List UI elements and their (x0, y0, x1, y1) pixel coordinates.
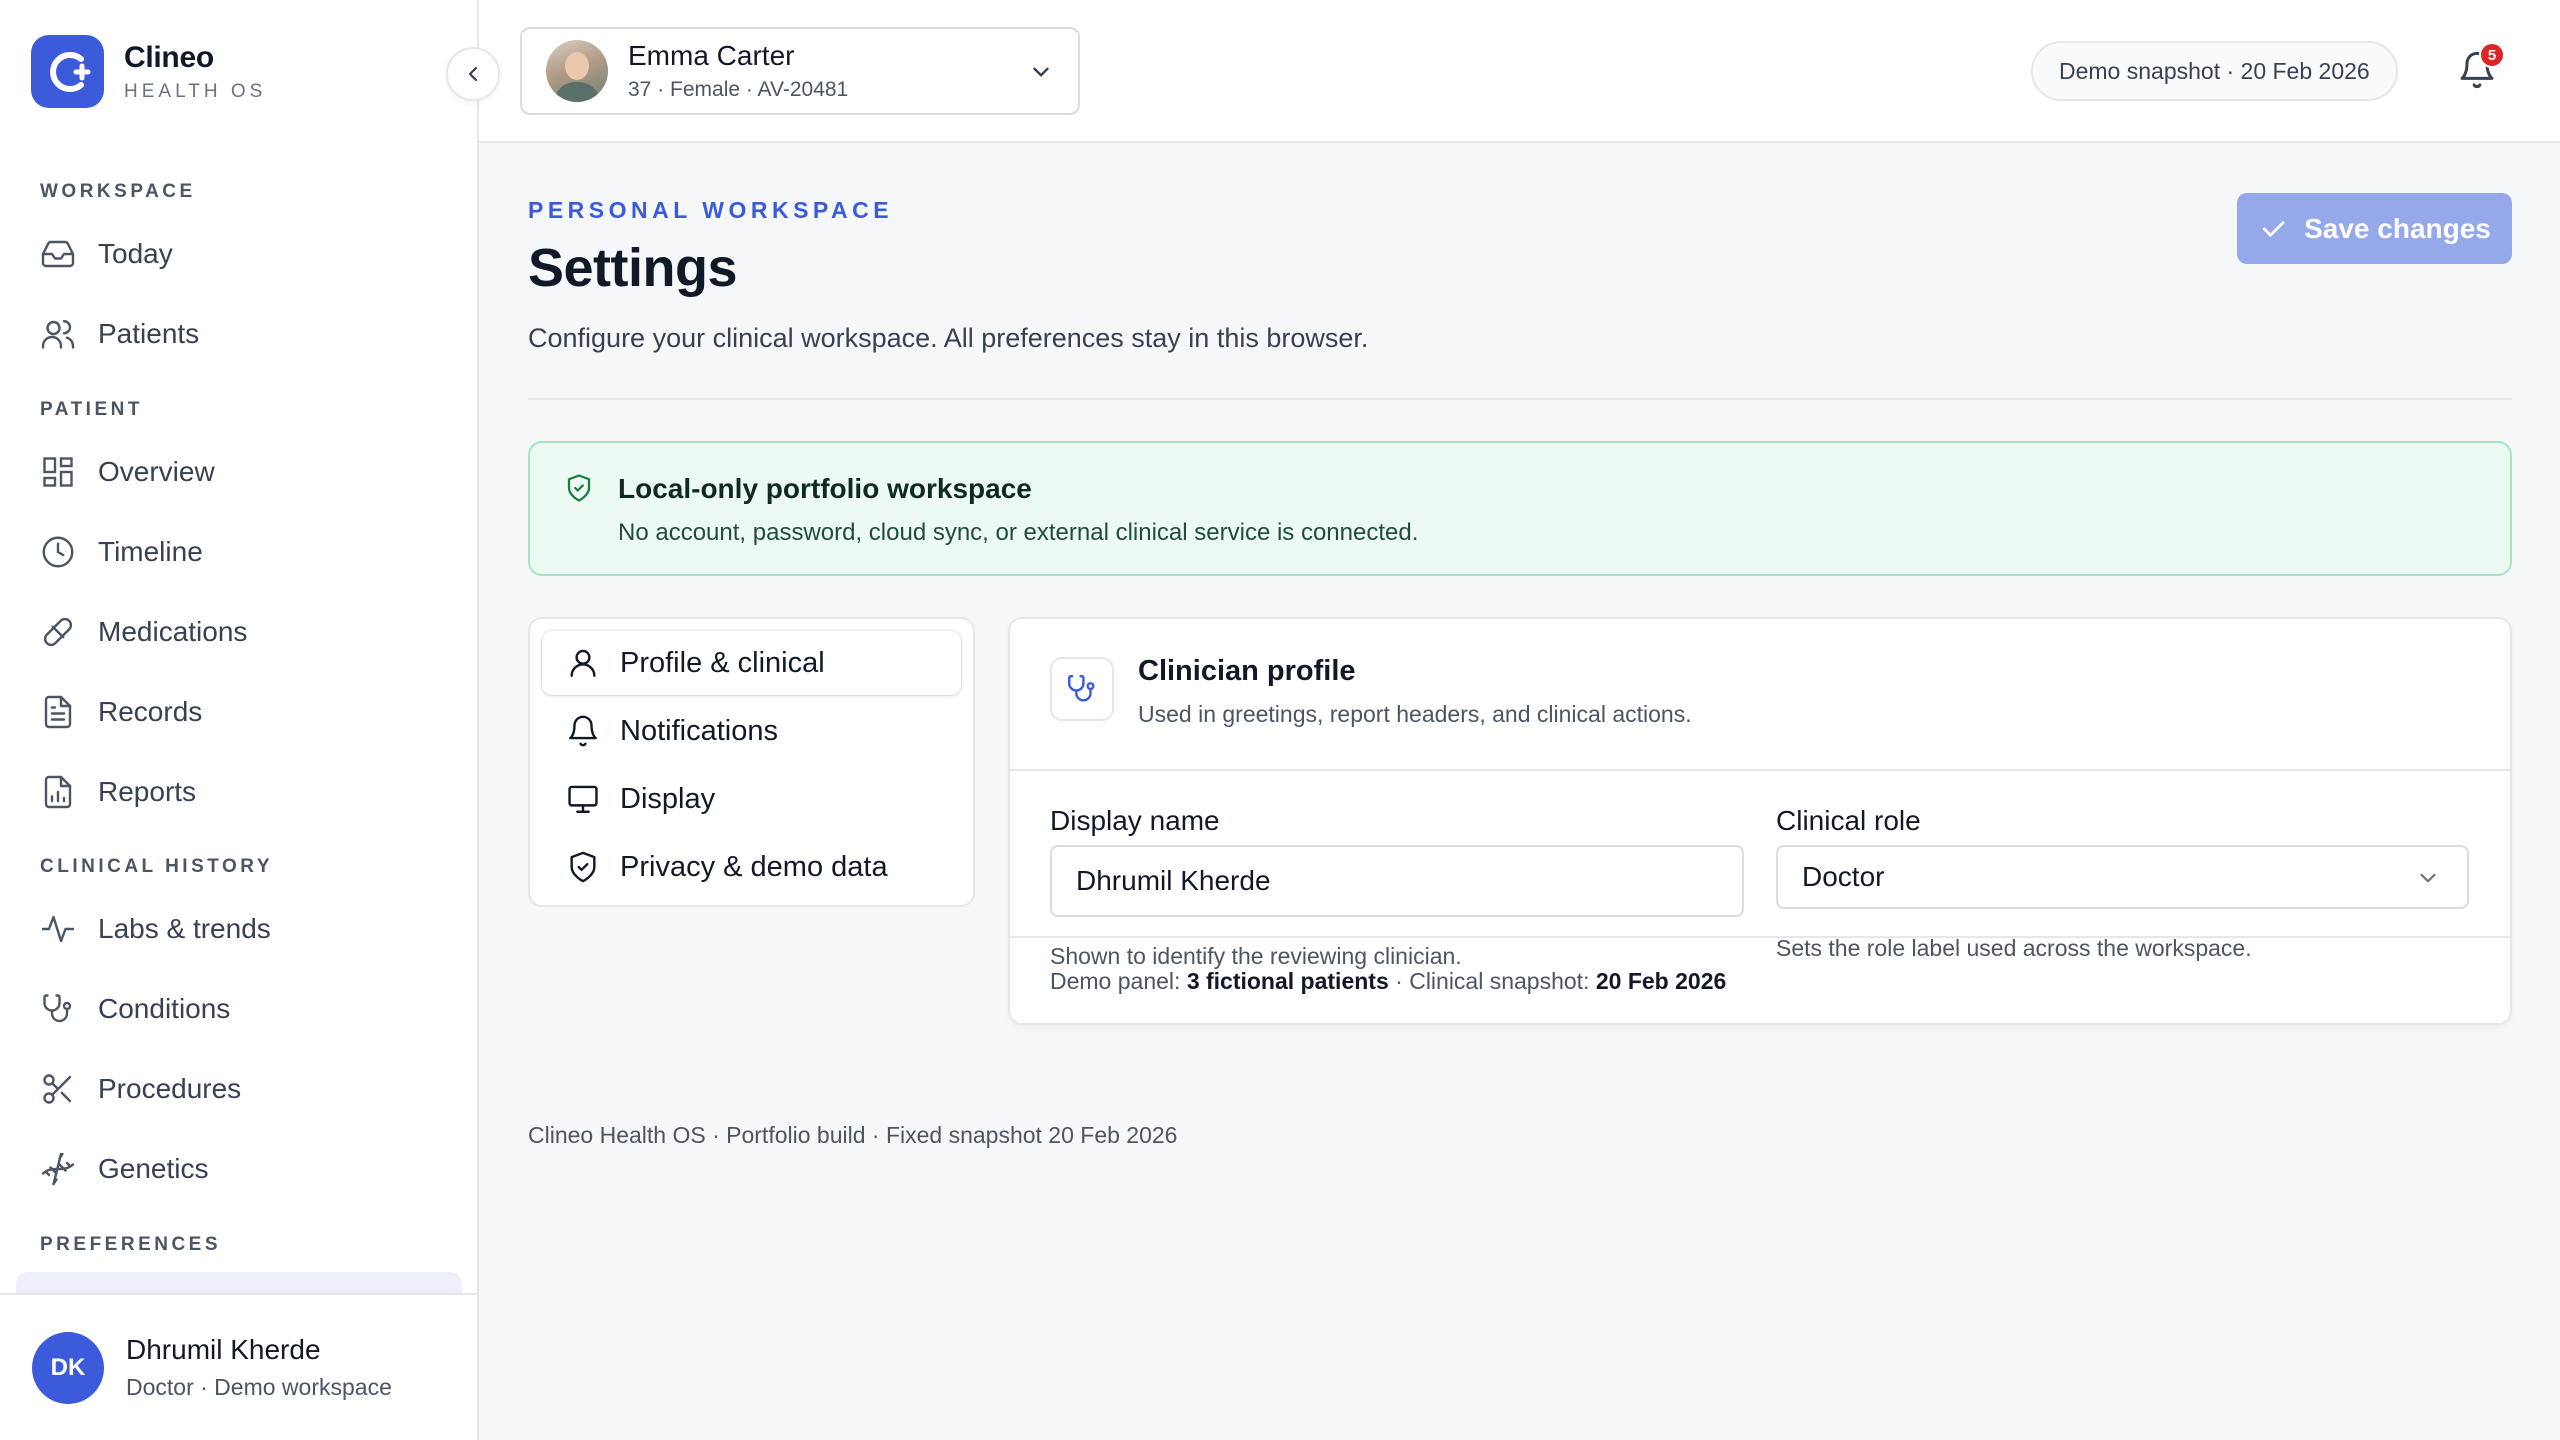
chevron-down-icon (1033, 67, 1049, 77)
nav-section-clinical-history: CLINICAL HISTORY (40, 856, 273, 877)
shield-check-icon (567, 474, 591, 502)
snapshot-badge: Demo snapshot · 20 Feb 2026 (2031, 41, 2398, 101)
clinical-role-select[interactable]: Doctor (1776, 845, 2469, 909)
brand[interactable]: Clineo HEALTH OS (31, 35, 266, 108)
chevron-down-icon (2420, 873, 2436, 883)
dna-icon (41, 1152, 75, 1186)
card-subtitle: Used in greetings, report headers, and c… (1138, 701, 1692, 727)
topbar: Emma Carter 37 · Female · AV-20481 Demo … (479, 0, 2560, 143)
clinician-profile-card: Clinician profile Used in greetings, rep… (1008, 617, 2512, 1025)
monitor-icon (568, 785, 598, 813)
sidebar-item-patients[interactable]: Patients (40, 309, 199, 359)
sidebar-item-procedures[interactable]: Procedures (40, 1064, 241, 1114)
tab-display[interactable]: Display (542, 767, 961, 831)
tab-label: Notifications (620, 714, 778, 747)
sidebar-item-label: Procedures (98, 1073, 242, 1104)
collapse-sidebar-button[interactable] (446, 47, 500, 101)
chevron-left-icon (468, 66, 478, 82)
sidebar-item-label: Overview (98, 456, 215, 487)
footer-separator: · (1388, 968, 1410, 994)
divider (528, 398, 2512, 400)
settings-tabs: Profile & clinical Notifications Display… (528, 617, 975, 907)
scissors-icon (43, 1074, 72, 1104)
save-button[interactable]: Save changes (2237, 193, 2512, 264)
tab-privacy-demo-data[interactable]: Privacy & demo data (542, 835, 961, 899)
tab-label: Display (620, 782, 716, 815)
sidebar-item-label: Reports (98, 776, 197, 807)
avatar: DK (32, 1331, 104, 1404)
file-chart-icon (44, 775, 72, 809)
sidebar-item-conditions[interactable]: Conditions (40, 984, 230, 1034)
nav-section-workspace: WORKSPACE (40, 181, 196, 202)
sidebar-item-today[interactable]: Today (40, 229, 173, 279)
sidebar-item-label: Patients (98, 318, 200, 349)
user-name: Dhrumil Kherde (126, 1334, 321, 1365)
local-only-notice: Local-only portfolio workspace No accoun… (528, 441, 2512, 576)
clinical-snapshot-value: 20 Feb 2026 (1595, 968, 1727, 994)
tab-notifications[interactable]: Notifications (542, 699, 961, 763)
sidebar-item-overview[interactable]: Overview (40, 447, 215, 497)
notice-text: No account, password, cloud sync, or ext… (618, 519, 1419, 546)
tab-label: Privacy & demo data (620, 850, 888, 883)
card-title: Clinician profile (1138, 655, 1356, 687)
card-header: Clinician profile Used in greetings, rep… (1010, 619, 2510, 771)
file-text-icon (44, 695, 72, 729)
sidebar-item-label: Today (98, 238, 173, 269)
notice-title: Local-only portfolio workspace (618, 473, 1032, 504)
clock-icon (42, 536, 74, 568)
patient-avatar (546, 40, 608, 102)
page-eyebrow: PERSONAL WORKSPACE (528, 197, 894, 223)
tab-label: Profile & clinical (620, 646, 825, 679)
clinical-snapshot-label: Clinical snapshot: (1409, 968, 1590, 994)
bell-icon (569, 715, 597, 747)
sidebar-item-label: Medications (98, 616, 248, 647)
card-footer: Demo panel: 3 fictional patients · Clini… (1010, 936, 2510, 1025)
user-icon (570, 649, 596, 677)
sidebar-item-label: Conditions (98, 993, 231, 1024)
demo-panel-value: 3 fictional patients (1186, 968, 1389, 994)
display-name-input[interactable] (1050, 845, 1744, 917)
inbox-icon (41, 240, 75, 268)
sidebar: Clineo HEALTH OS WORKSPACE Today Patient… (0, 0, 479, 1440)
main-content: PERSONAL WORKSPACE Settings Configure yo… (479, 143, 2560, 1440)
check-icon (2262, 220, 2285, 237)
user-role: Doctor · Demo workspace (126, 1374, 392, 1400)
sidebar-item-label: Labs & trends (98, 913, 271, 944)
demo-panel-label: Demo panel: (1050, 968, 1181, 994)
tab-profile-clinical[interactable]: Profile & clinical (542, 631, 961, 695)
sidebar-item-label: Records (98, 696, 203, 727)
sidebar-item-medications[interactable]: Medications (40, 607, 247, 657)
page-description: Configure your clinical workspace. All p… (528, 323, 1369, 353)
shield-check-icon (570, 851, 596, 883)
sidebar-item-genetics[interactable]: Genetics (40, 1144, 209, 1194)
page-title: Settings (528, 238, 738, 298)
brand-subtitle: HEALTH OS (124, 80, 267, 102)
stethoscope-icon (43, 994, 72, 1023)
activity-icon (41, 915, 75, 943)
app-footer: Clineo Health OS · Portfolio build · Fix… (528, 1122, 1178, 1148)
sidebar-item-label: Timeline (98, 536, 203, 567)
clineo-logo-icon (31, 35, 104, 108)
notification-count-badge: 5 (2479, 42, 2505, 68)
user-profile[interactable]: DK Dhrumil Kherde Doctor · Demo workspac… (0, 1293, 477, 1440)
patient-selector[interactable]: Emma Carter 37 · Female · AV-20481 (520, 27, 1080, 115)
sidebar-item-reports[interactable]: Reports (40, 767, 196, 817)
save-button-label: Save changes (2304, 212, 2491, 244)
sidebar-item-records[interactable]: Records (40, 687, 202, 737)
brand-name: Clineo (124, 40, 214, 74)
sidebar-item-labs-trends[interactable]: Labs & trends (40, 904, 271, 954)
nav-section-preferences: PREFERENCES (40, 1234, 222, 1255)
pill-icon (43, 617, 73, 647)
stethoscope-icon (1050, 657, 1114, 721)
display-name-label: Display name (1050, 805, 1220, 836)
patient-name: Emma Carter (628, 40, 795, 71)
clinical-role-value: Doctor (1802, 861, 1885, 892)
users-icon (41, 320, 75, 349)
nav-section-patient: PATIENT (40, 399, 143, 420)
clinical-role-label: Clinical role (1776, 805, 1921, 836)
sidebar-item-label: Genetics (98, 1153, 209, 1184)
grid-icon (43, 457, 73, 487)
sidebar-item-timeline[interactable]: Timeline (40, 527, 203, 577)
patient-meta: 37 · Female · AV-20481 (628, 78, 849, 101)
